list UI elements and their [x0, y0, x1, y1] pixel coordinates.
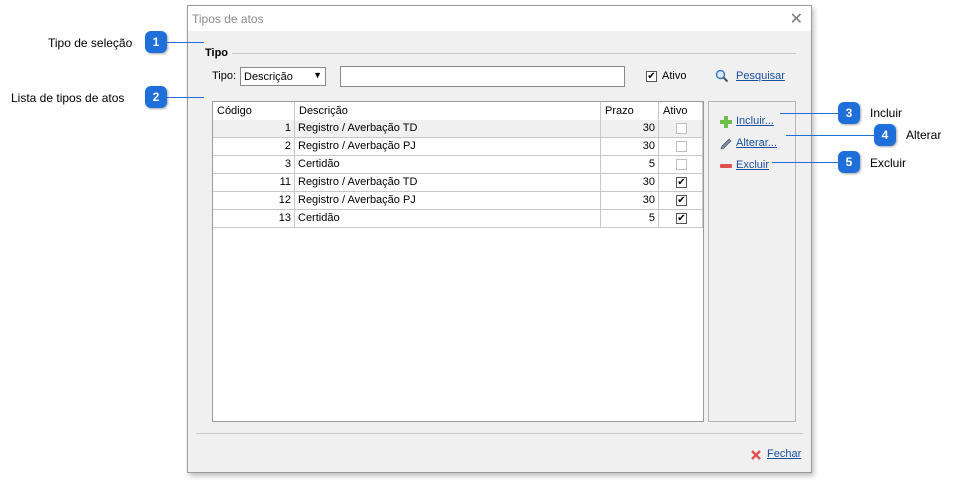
- checkmark-icon: ✔: [647, 71, 656, 82]
- actions-panel: Incluir... Alterar... Excluir: [708, 101, 796, 422]
- annotation-line-4: [786, 135, 874, 136]
- table-row[interactable]: 11 Registro / Averbação TD 30 ✔: [213, 174, 703, 192]
- annotation-badge-2: 2: [145, 86, 167, 108]
- annotation-badge-4: 4: [874, 124, 896, 146]
- incluir-label: Incluir...: [736, 115, 774, 127]
- cell-ativo: [659, 138, 703, 155]
- annotation-label-1: Tipo de seleção: [48, 36, 133, 50]
- table-row[interactable]: 2 Registro / Averbação PJ 30: [213, 138, 703, 156]
- fechar-label: Fechar: [767, 448, 802, 460]
- checkmark-icon: ✔: [677, 213, 686, 224]
- cell-prazo: 30: [601, 138, 659, 155]
- cell-descricao: Registro / Averbação TD: [295, 174, 601, 191]
- annotation-label-3: Incluir: [870, 106, 903, 120]
- ativo-row-checkbox[interactable]: [676, 123, 687, 134]
- checkmark-icon: ✔: [677, 195, 686, 206]
- checkmark-icon: ✔: [677, 177, 686, 188]
- ativo-row-checkbox[interactable]: ✔: [676, 195, 687, 206]
- column-header-ativo[interactable]: Ativo: [659, 102, 703, 120]
- title-bar: Tipos de atos ✕: [188, 6, 811, 31]
- group-title: Tipo: [205, 47, 229, 59]
- close-icon: [751, 450, 761, 460]
- tipo-select[interactable]: Descrição ▼: [240, 67, 326, 86]
- annotation-label-2: Lista de tipos de atos: [11, 91, 125, 105]
- cell-prazo: 5: [601, 210, 659, 227]
- ativo-label: Ativo: [662, 70, 687, 82]
- cell-descricao: Registro / Averbação TD: [295, 120, 601, 137]
- cell-ativo: ✔: [659, 192, 703, 209]
- cell-ativo: ✔: [659, 210, 703, 227]
- annotation-line-2: [167, 97, 204, 98]
- window-title: Tipos de atos: [192, 12, 264, 26]
- column-header-descricao[interactable]: Descrição: [295, 102, 601, 120]
- cell-descricao: Registro / Averbação PJ: [295, 192, 601, 209]
- annotation-label-5: Excluir: [870, 156, 907, 170]
- annotation-badge-5: 5: [838, 151, 860, 173]
- cell-ativo: ✔: [659, 174, 703, 191]
- annotation-badge-3: 3: [838, 102, 860, 124]
- ativo-checkbox[interactable]: ✔: [646, 71, 657, 82]
- cell-descricao: Certidão: [295, 156, 601, 173]
- cell-codigo: 1: [213, 120, 295, 137]
- annotation-line-1: [167, 42, 204, 43]
- cell-ativo: [659, 156, 703, 173]
- annotation-badge-1: 1: [145, 31, 167, 53]
- excluir-label: Excluir: [736, 159, 770, 171]
- column-header-codigo[interactable]: Código: [213, 102, 295, 120]
- tipos-de-atos-dialog: Tipos de atos ✕ Tipo Tipo: Descrição ▼ ✔…: [187, 5, 812, 473]
- ativo-row-checkbox[interactable]: [676, 159, 687, 170]
- search-input[interactable]: [340, 66, 625, 87]
- ativo-row-checkbox[interactable]: ✔: [676, 177, 687, 188]
- table-header: Código Descrição Prazo Ativo: [213, 102, 703, 121]
- alterar-label: Alterar...: [736, 137, 777, 149]
- cell-codigo: 2: [213, 138, 295, 155]
- cell-descricao: Registro / Averbação PJ: [295, 138, 601, 155]
- column-header-prazo[interactable]: Prazo: [601, 102, 659, 120]
- fechar-button[interactable]: Fechar: [750, 448, 802, 462]
- remove-icon: [720, 164, 732, 168]
- table-row[interactable]: 1 Registro / Averbação TD 30: [213, 120, 703, 138]
- cell-prazo: 5: [601, 156, 659, 173]
- footer-divider: [196, 433, 803, 434]
- cell-prazo: 30: [601, 120, 659, 137]
- cell-ativo: [659, 120, 703, 137]
- tipos-table: Código Descrição Prazo Ativo 1 Registro /…: [212, 101, 704, 422]
- add-icon: [720, 116, 732, 128]
- cell-prazo: 30: [601, 192, 659, 209]
- annotation-line-3: [780, 113, 838, 114]
- annotation-line-5: [772, 162, 838, 163]
- pesquisar-button[interactable]: Pesquisar: [736, 70, 785, 82]
- annotation-label-4: Alterar: [906, 128, 942, 142]
- close-icon[interactable]: ✕: [790, 9, 803, 28]
- chevron-down-icon: ▼: [313, 70, 322, 80]
- search-icon[interactable]: [715, 69, 729, 83]
- edit-icon: [720, 138, 732, 150]
- ativo-row-checkbox[interactable]: [676, 141, 687, 152]
- group-divider: [232, 53, 796, 54]
- table-row[interactable]: 12 Registro / Averbação PJ 30 ✔: [213, 192, 703, 210]
- cell-codigo: 13: [213, 210, 295, 227]
- table-row[interactable]: 13 Certidão 5 ✔: [213, 210, 703, 228]
- cell-codigo: 3: [213, 156, 295, 173]
- cell-codigo: 12: [213, 192, 295, 209]
- cell-prazo: 30: [601, 174, 659, 191]
- ativo-row-checkbox[interactable]: ✔: [676, 213, 687, 224]
- tipo-label: Tipo:: [212, 70, 237, 82]
- cell-descricao: Certidão: [295, 210, 601, 227]
- table-row[interactable]: 3 Certidão 5: [213, 156, 703, 174]
- tipo-select-value: Descrição: [244, 71, 293, 83]
- cell-codigo: 11: [213, 174, 295, 191]
